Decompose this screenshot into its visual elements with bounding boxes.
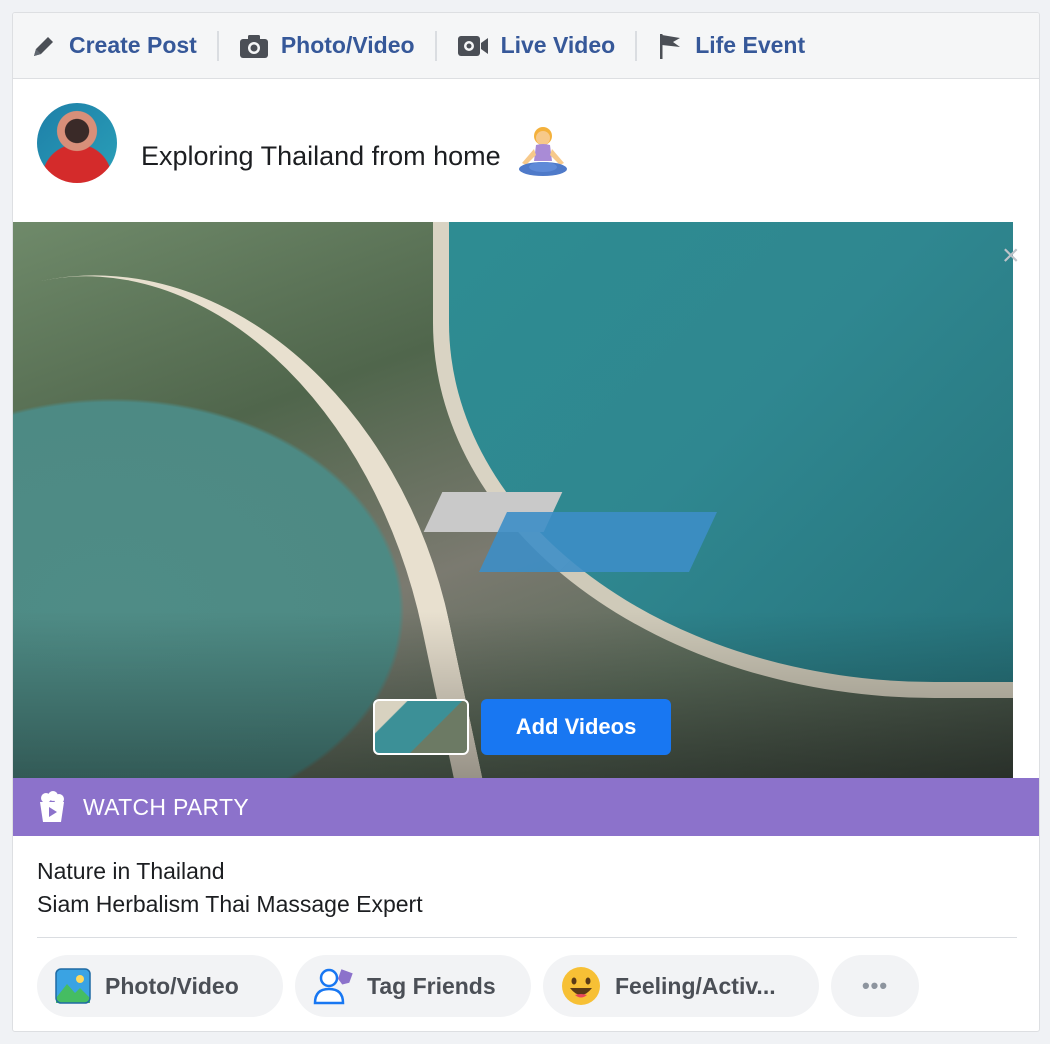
pencil-icon	[34, 36, 53, 56]
live-video-label: Live Video	[500, 32, 616, 58]
camera-icon	[239, 34, 268, 58]
close-icon[interactable]: ×	[1002, 241, 1020, 271]
video-camera-icon	[457, 35, 488, 56]
tag-friends-button[interactable]: Tag Friends	[295, 955, 531, 1017]
photo-video-action-label: Photo/Video	[105, 972, 239, 999]
life-event-label: Life Event	[695, 32, 806, 58]
divider	[37, 937, 1017, 938]
photo-video-button[interactable]: Photo/Video	[37, 955, 283, 1017]
create-post-label: Create Post	[69, 32, 197, 58]
avatar[interactable]	[37, 103, 117, 183]
post-header: Exploring Thailand from home	[13, 79, 1039, 221]
woman-in-lotus-position-icon	[519, 127, 568, 176]
tab-separator	[216, 30, 219, 61]
video-info: Nature in Thailand Siam Herbalism Thai M…	[37, 855, 423, 921]
video-preview	[13, 222, 1013, 778]
composer-tabs: Create Post Photo/Video Live Video Life …	[13, 13, 1039, 79]
photo-video-tab[interactable]: Photo/Video	[239, 32, 415, 59]
smiley-icon	[562, 967, 600, 1005]
tag-friends-icon	[313, 968, 353, 1005]
create-post-tab[interactable]: Create Post	[31, 32, 197, 59]
watch-party-bar: WATCH PARTY	[13, 778, 1039, 836]
tab-separator	[635, 30, 638, 61]
feeling-activity-label: Feeling/Activ...	[615, 972, 776, 999]
video-source: Siam Herbalism Thai Massage Expert	[37, 891, 423, 917]
video-shade	[13, 222, 1013, 778]
feeling-activity-button[interactable]: Feeling/Activ...	[543, 955, 819, 1017]
photo-icon	[55, 968, 91, 1004]
flag-icon	[660, 33, 681, 59]
life-event-tab[interactable]: Life Event	[657, 32, 805, 60]
add-videos-button[interactable]: Add Videos	[481, 699, 671, 755]
watch-party-label: WATCH PARTY	[83, 793, 250, 820]
tab-separator	[434, 30, 437, 61]
popcorn-icon	[40, 791, 64, 822]
post-composer-card: Create Post Photo/Video Live Video Life …	[12, 12, 1040, 1032]
live-video-tab[interactable]: Live Video	[457, 32, 616, 59]
post-actions: Photo/Video Tag Friends Feeling/Activ...…	[37, 955, 919, 1017]
video-title: Nature in Thailand	[37, 858, 225, 884]
more-icon: •••	[861, 973, 889, 998]
more-options-button[interactable]: •••	[831, 955, 919, 1017]
video-thumbnail[interactable]	[373, 699, 469, 755]
tag-friends-label: Tag Friends	[367, 972, 496, 999]
post-text[interactable]: Exploring Thailand from home	[141, 127, 572, 187]
photo-video-label: Photo/Video	[280, 32, 415, 58]
post-text-content: Exploring Thailand from home	[141, 141, 501, 172]
